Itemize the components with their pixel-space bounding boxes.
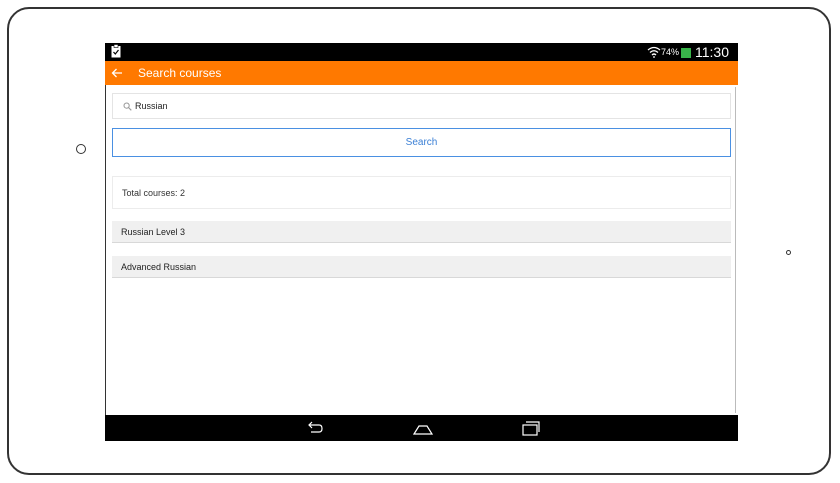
course-item-russian-level-3[interactable]: Russian Level 3	[112, 221, 731, 243]
total-courses-label: Total courses: 2	[122, 188, 186, 198]
scrollbar[interactable]	[735, 87, 736, 413]
app-bar: Search courses	[105, 61, 738, 85]
total-courses-card: Total courses: 2	[112, 176, 731, 209]
search-query-text[interactable]: Russian	[135, 101, 168, 111]
left-edge-divider	[105, 85, 106, 415]
home-icon[interactable]	[413, 419, 433, 437]
course-item-advanced-russian[interactable]: Advanced Russian	[112, 256, 731, 278]
status-clock: 11:30	[695, 44, 729, 60]
clipboard-icon	[111, 44, 121, 58]
back-icon[interactable]	[305, 419, 325, 437]
course-title: Advanced Russian	[121, 262, 197, 272]
light-sensor	[786, 250, 791, 255]
course-title: Russian Level 3	[121, 227, 186, 237]
screen: 74% 11:30 Search courses Russian Search …	[105, 43, 738, 441]
front-camera	[76, 144, 86, 154]
arrow-left-icon[interactable]	[111, 67, 123, 79]
recents-icon[interactable]	[521, 419, 541, 437]
battery-icon	[681, 48, 691, 58]
search-icon	[123, 102, 132, 111]
search-input[interactable]: Russian	[112, 93, 731, 119]
battery-percent: 74%	[661, 47, 680, 57]
navigation-bar	[105, 415, 738, 441]
status-bar: 74% 11:30	[105, 43, 738, 61]
wifi-icon	[647, 46, 661, 58]
search-button[interactable]: Search	[112, 128, 731, 157]
page-title: Search courses	[138, 66, 222, 80]
